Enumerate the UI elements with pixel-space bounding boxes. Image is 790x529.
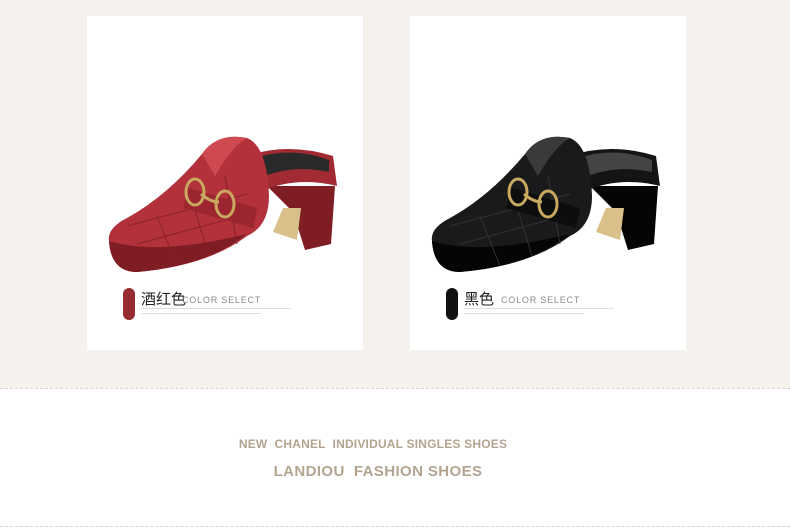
heel-gold-plate <box>596 208 624 240</box>
color-name-label: 黑色 <box>464 290 495 308</box>
color-select-label: COLOR SELECT <box>501 295 581 305</box>
color-name-label: 酒红色 <box>141 290 187 308</box>
dashed-divider-bottom <box>0 526 790 527</box>
color-select-label: COLOR SELECT <box>182 295 262 305</box>
dashed-divider <box>0 388 790 389</box>
tagline-line-2: LANDIOU FASHION SHOES <box>273 463 483 480</box>
fine-print-lines <box>141 308 291 318</box>
heel-gold-plate <box>273 208 301 240</box>
color-swatch-black[interactable] <box>446 288 458 320</box>
product-card-black[interactable]: 黑色 COLOR SELECT <box>410 16 686 350</box>
product-card-wine-red[interactable]: 酒红色 COLOR SELECT <box>87 16 363 350</box>
heel <box>590 186 658 250</box>
fine-print-lines <box>464 308 614 318</box>
black-mule-shoe-image <box>431 136 660 272</box>
color-swatch-wine-red[interactable] <box>123 288 135 320</box>
tagline-line-1: NEW CHANEL INDIVIDUAL SINGLES SHOES <box>238 437 508 451</box>
heel <box>267 186 335 250</box>
red-mule-shoe-image <box>108 136 337 272</box>
